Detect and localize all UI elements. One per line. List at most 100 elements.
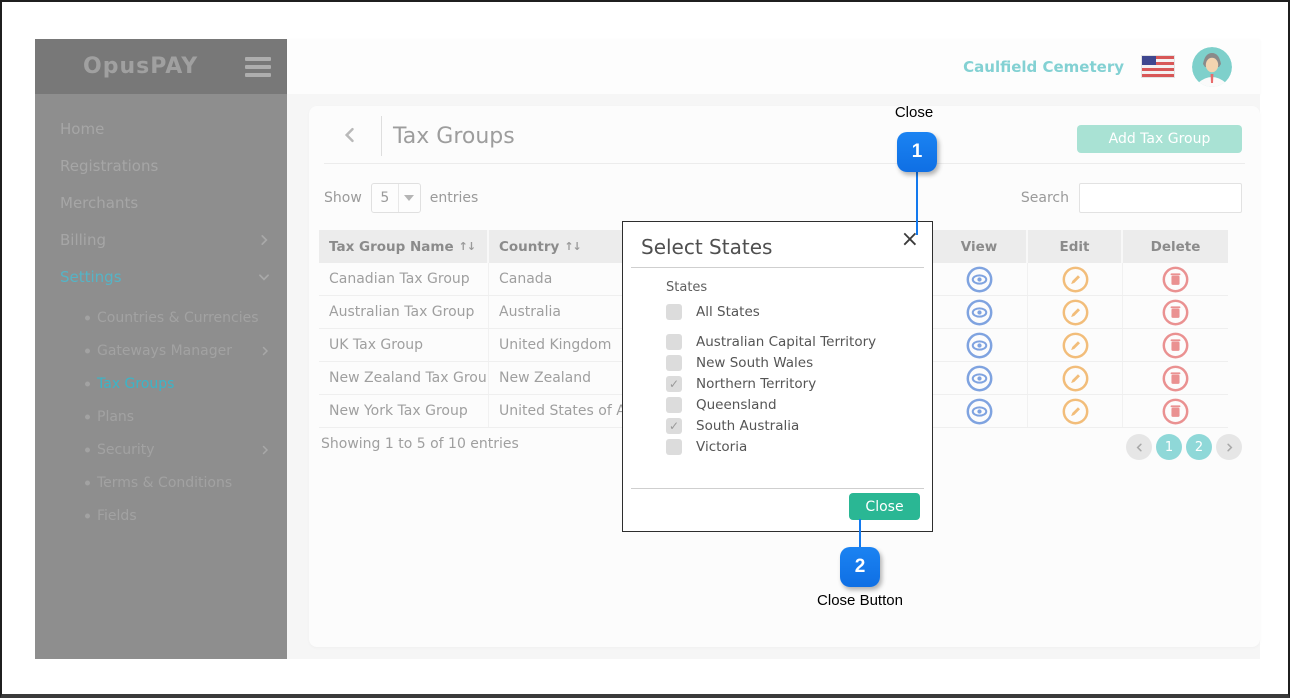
entries-summary: Showing 1 to 5 of 10 entries	[321, 436, 519, 452]
back-icon[interactable]	[337, 122, 363, 148]
sidebar-item-registrations[interactable]: Registrations	[35, 147, 287, 184]
cell-tax-group-name: New Zealand Tax Group	[319, 362, 489, 394]
column-header-name[interactable]: Tax Group Name ↑↓	[319, 230, 489, 263]
page-size-control: Show 5 entries	[324, 183, 478, 213]
sidebar-item-billing[interactable]: Billing	[35, 221, 287, 258]
checkbox[interactable]	[666, 397, 682, 413]
checkbox[interactable]	[666, 355, 682, 371]
sort-icon: ↑↓	[564, 240, 580, 253]
checkbox[interactable]	[666, 418, 682, 434]
state-option: Australian Capital Territory	[666, 331, 916, 352]
states-field-label: States	[666, 280, 916, 295]
state-option: Victoria	[666, 436, 916, 457]
pagination-page-2[interactable]: 2	[1186, 434, 1212, 460]
column-label: Country	[499, 239, 559, 255]
select-states-modal: Select States × States All States Austra…	[622, 221, 933, 532]
submenu-item-label: Security	[97, 442, 155, 458]
edit-pencil-icon[interactable]	[1062, 332, 1089, 359]
state-option: All States	[666, 301, 916, 322]
chevron-down-icon	[257, 270, 271, 284]
delete-trash-icon[interactable]	[1162, 266, 1189, 293]
brand-logo: OpusPAY	[83, 54, 198, 79]
checkbox[interactable]	[666, 376, 682, 392]
delete-trash-icon[interactable]	[1162, 398, 1189, 425]
delete-trash-icon[interactable]	[1162, 365, 1189, 392]
sidebar-item-home[interactable]: Home	[35, 110, 287, 147]
app-window: OpusPAY Home Registrations Merchants Bil…	[0, 0, 1290, 698]
chevron-right-icon	[257, 233, 271, 247]
submenu-item-fields[interactable]: Fields	[35, 499, 287, 532]
checkbox[interactable]	[666, 334, 682, 350]
submenu-item-label: Gateways Manager	[97, 343, 232, 359]
us-flag-icon[interactable]	[1142, 56, 1174, 77]
view-eye-icon[interactable]	[966, 365, 993, 392]
edit-pencil-icon[interactable]	[1062, 398, 1089, 425]
sidebar-item-settings[interactable]: Settings	[35, 258, 287, 295]
column-label: Tax Group Name	[329, 239, 454, 255]
checkbox[interactable]	[666, 439, 682, 455]
annotation-label-close-button: Close Button	[790, 592, 930, 609]
checkbox[interactable]	[666, 304, 682, 320]
submenu-item-countries-currencies[interactable]: Countries & Currencies	[35, 301, 287, 334]
submenu-item-tax-groups[interactable]: Tax Groups	[35, 367, 287, 400]
submenu-item-label: Fields	[97, 508, 137, 524]
state-option: New South Wales	[666, 352, 916, 373]
sidebar-header: OpusPAY	[35, 39, 287, 94]
page-title: Tax Groups	[393, 124, 515, 149]
sidebar-item-label: Registrations	[60, 157, 158, 175]
state-option-label: Victoria	[696, 439, 747, 455]
add-tax-group-button[interactable]: Add Tax Group	[1077, 125, 1242, 153]
view-eye-icon[interactable]	[966, 398, 993, 425]
cell-tax-group-name: Australian Tax Group	[319, 296, 489, 328]
modal-close-button[interactable]: Close	[849, 493, 920, 520]
show-label: Show	[324, 190, 362, 206]
edit-pencil-icon[interactable]	[1062, 299, 1089, 326]
delete-trash-icon[interactable]	[1162, 332, 1189, 359]
submenu-item-gateways-manager[interactable]: Gateways Manager	[35, 334, 287, 367]
dropdown-arrow-icon	[398, 184, 420, 212]
page-size-select[interactable]: 5	[371, 183, 421, 213]
pagination: 1 2	[1126, 434, 1242, 460]
view-eye-icon[interactable]	[966, 332, 993, 359]
hamburger-icon[interactable]	[245, 57, 271, 77]
edit-pencil-icon[interactable]	[1062, 365, 1089, 392]
top-bar: Caulfield Cemetery	[287, 39, 1260, 94]
annotation-label-close: Close	[874, 104, 954, 121]
settings-submenu: Countries & Currencies Gateways Manager …	[35, 295, 287, 532]
state-option-label: Northern Territory	[696, 376, 816, 392]
search-input[interactable]	[1079, 183, 1242, 213]
page-size-value: 5	[372, 184, 398, 212]
sidebar-item-label: Merchants	[60, 194, 138, 212]
pagination-next-icon[interactable]	[1216, 434, 1242, 460]
submenu-item-security[interactable]: Security	[35, 433, 287, 466]
submenu-item-terms-conditions[interactable]: Terms & Conditions	[35, 466, 287, 499]
pagination-page-1[interactable]: 1	[1156, 434, 1182, 460]
column-header-view: View	[932, 230, 1028, 263]
pagination-prev-icon[interactable]	[1126, 434, 1152, 460]
edit-pencil-icon[interactable]	[1062, 266, 1089, 293]
chevron-right-icon	[259, 444, 271, 456]
sidebar-item-label: Billing	[60, 231, 106, 249]
view-eye-icon[interactable]	[966, 299, 993, 326]
view-eye-icon[interactable]	[966, 266, 993, 293]
cell-tax-group-name: Canadian Tax Group	[319, 263, 489, 295]
cell-tax-group-name: UK Tax Group	[319, 329, 489, 361]
cell-tax-group-name: New York Tax Group	[319, 395, 489, 427]
modal-divider	[631, 267, 924, 268]
chevron-right-icon	[259, 345, 271, 357]
column-header-delete: Delete	[1123, 230, 1228, 263]
search-label: Search	[1021, 190, 1069, 206]
submenu-item-plans[interactable]: Plans	[35, 400, 287, 433]
sidebar-item-label: Settings	[60, 268, 122, 286]
account-name[interactable]: Caulfield Cemetery	[963, 58, 1124, 76]
sidebar-item-label: Home	[60, 120, 104, 138]
modal-title: Select States	[641, 235, 772, 259]
state-option-label: All States	[696, 304, 760, 320]
delete-trash-icon[interactable]	[1162, 299, 1189, 326]
avatar[interactable]	[1192, 47, 1232, 87]
annotation-marker-1: 1	[897, 132, 937, 172]
submenu-item-label: Tax Groups	[97, 376, 174, 392]
sidebar-item-merchants[interactable]: Merchants	[35, 184, 287, 221]
entries-label: entries	[430, 190, 479, 206]
sort-icon: ↑↓	[459, 240, 475, 253]
